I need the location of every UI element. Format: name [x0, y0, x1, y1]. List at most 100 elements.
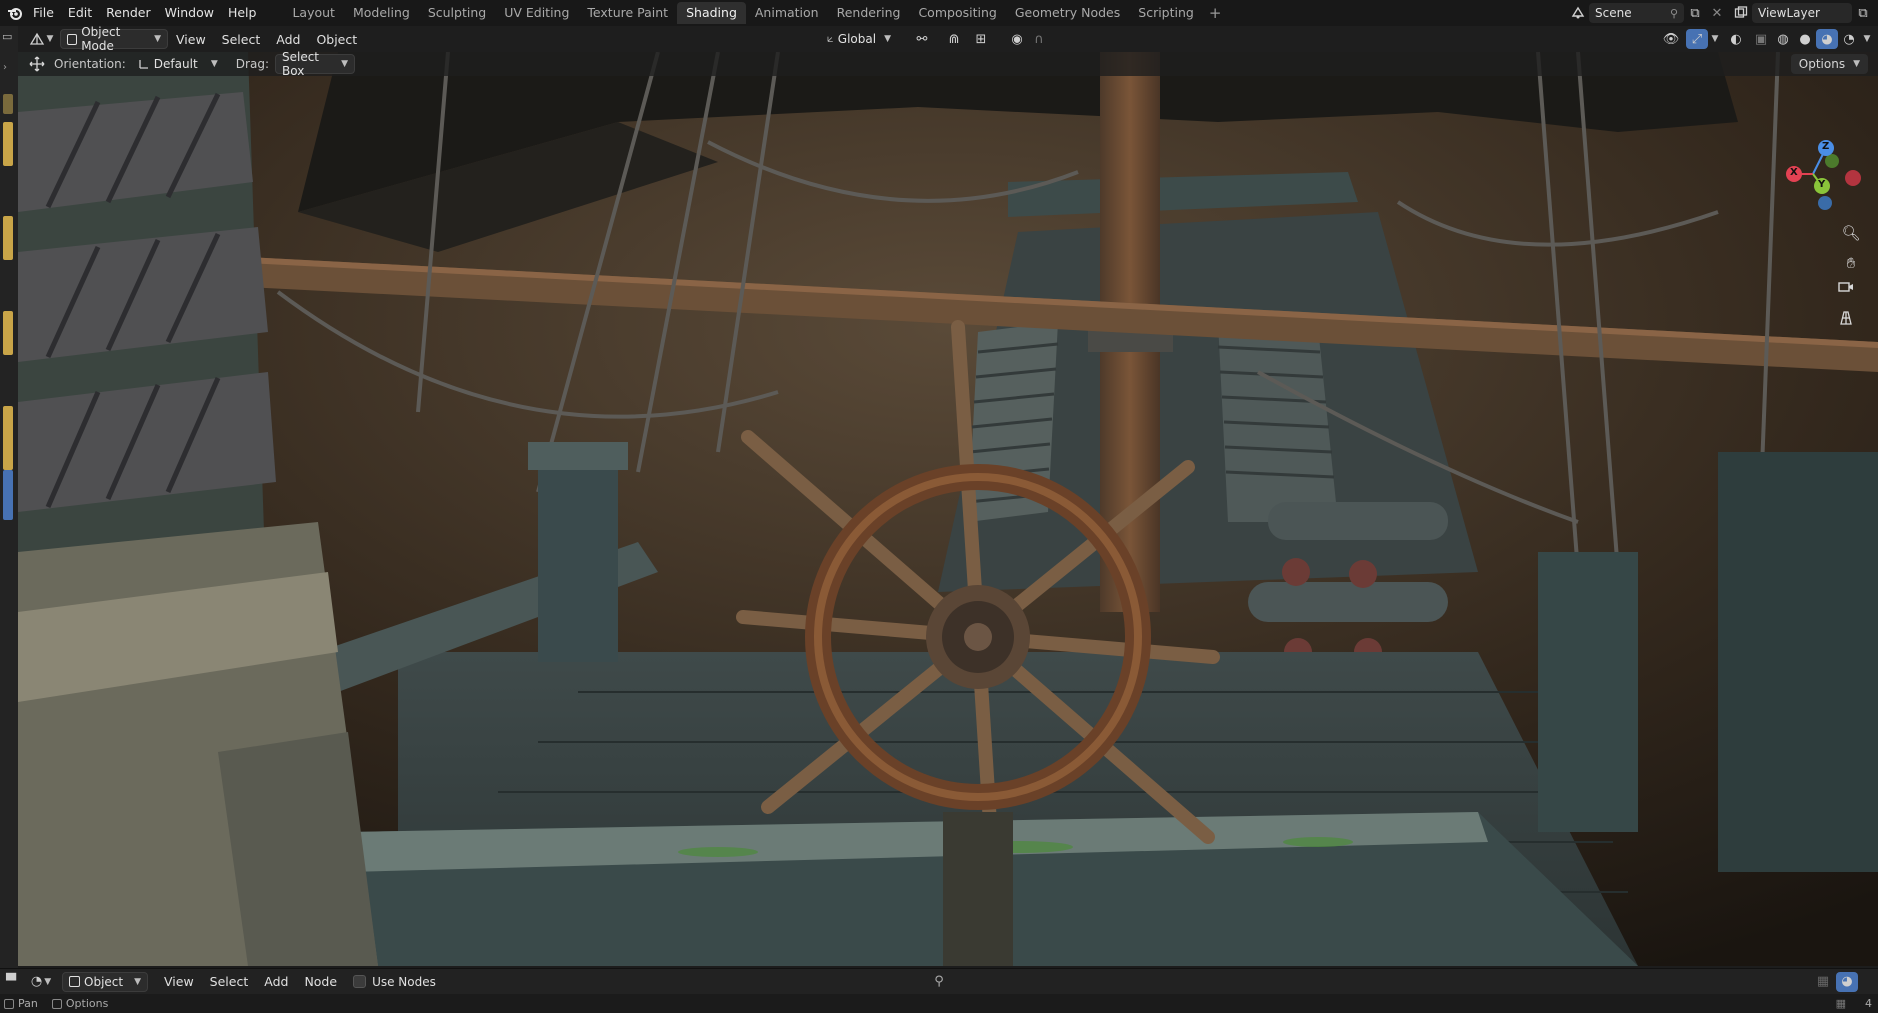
view-layer-selector: ViewLayer ⧉ — [1730, 2, 1874, 24]
tab-scripting[interactable]: Scripting — [1129, 2, 1203, 24]
tool-options-dropdown[interactable]: Options ▼ — [1790, 54, 1868, 74]
ship-deck-scene — [18, 52, 1878, 966]
snap-target-icon[interactable]: ⊞ — [966, 29, 996, 49]
tab-uv-editing[interactable]: UV Editing — [495, 2, 578, 24]
menu-window[interactable]: Window — [158, 2, 221, 24]
tab-rendering[interactable]: Rendering — [828, 2, 910, 24]
object-mode-icon — [67, 33, 78, 45]
xray-icon[interactable]: ▣ — [1750, 29, 1772, 49]
node-snap-icon[interactable]: ◕ — [1836, 971, 1858, 992]
pan-hand-icon[interactable]: ✋︎ — [1838, 250, 1864, 276]
drag-dropdown[interactable]: Select Box ▼ — [274, 50, 355, 78]
scene-selector: Scene ⚲ ⧉ ✕ — [1567, 2, 1728, 24]
zoom-icon[interactable]: 🔍︎ — [1838, 220, 1864, 246]
mode-dropdown[interactable]: Object Mode ▼ — [60, 25, 168, 53]
pin-icon[interactable]: ⚲ — [1670, 7, 1678, 20]
material-preview-shading-icon[interactable]: ◕ — [1816, 29, 1838, 49]
editor-type-icon[interactable]: ▭ — [2, 30, 16, 44]
shader-editor-header: ▀ ◔ ▼ Object ▼ View Select Add Node Use N… — [0, 968, 1878, 994]
object-type-icon — [69, 976, 80, 987]
scene-icon[interactable] — [1567, 3, 1589, 23]
menu-render[interactable]: Render — [99, 2, 158, 24]
gizmo-toggle-icon[interactable]: ⤢ — [1686, 29, 1708, 49]
snap-magnet-icon[interactable]: ⋒ — [943, 29, 965, 49]
node-menu-node[interactable]: Node — [296, 974, 345, 989]
tool-tab-selected[interactable] — [3, 470, 13, 520]
remove-scene-icon[interactable]: ✕ — [1706, 3, 1728, 23]
use-nodes-checkbox[interactable] — [353, 975, 367, 988]
mode-label: Object Mode — [81, 25, 121, 53]
viewport-header: ▼ Object Mode ▼ View Select Add Object G… — [18, 25, 1878, 53]
tab-shading[interactable]: Shading — [677, 2, 746, 24]
view-layer-field[interactable]: ViewLayer — [1752, 3, 1852, 23]
top-menu-bar: File Edit Render Window Help Layout Mode… — [0, 0, 1878, 26]
collapse-arrow-icon[interactable]: › — [3, 62, 7, 73]
visibility-eye-icon[interactable]: 👁︎ — [1656, 29, 1686, 49]
tab-sculpting[interactable]: Sculpting — [419, 2, 495, 24]
view-layer-icon[interactable] — [1730, 3, 1752, 23]
status-options: Options — [65, 997, 109, 1010]
move-tool-icon[interactable] — [26, 54, 48, 74]
tab-compositing[interactable]: Compositing — [909, 2, 1005, 24]
menu-edit[interactable]: Edit — [61, 2, 99, 24]
tool-tab[interactable] — [3, 311, 13, 355]
view-layer-name: ViewLayer — [1758, 6, 1820, 20]
pivot-point-icon[interactable]: ⚯ — [908, 29, 936, 49]
new-scene-icon[interactable]: ⧉ — [1684, 3, 1706, 23]
viewport-shading-controls: 👁︎ ⤢ ▼ ◐ ▣ ◍ ● ◕ ◔ ▼ — [1656, 29, 1874, 49]
shader-type-label: Object — [84, 974, 124, 989]
tool-tab[interactable] — [3, 94, 13, 114]
camera-view-icon[interactable] — [1838, 280, 1864, 306]
solid-shading-icon[interactable]: ● — [1794, 29, 1816, 49]
node-menu-select[interactable]: Select — [202, 974, 257, 989]
tool-tab[interactable] — [3, 406, 13, 470]
node-overlay-icon[interactable]: ▦ — [1812, 972, 1834, 992]
new-view-layer-icon[interactable]: ⧉ — [1852, 3, 1874, 23]
chevron-down-icon: ▼ — [1853, 59, 1860, 69]
viewport-menu-object[interactable]: Object — [308, 32, 365, 47]
tool-tab-active[interactable] — [3, 122, 13, 166]
overlays-icon[interactable]: ◐ — [1722, 29, 1750, 49]
scene-name-field[interactable]: Scene ⚲ — [1589, 3, 1684, 23]
tool-settings-header: Orientation: Default ▼ Drag: Select Box … — [18, 50, 1878, 78]
grid-perspective-icon[interactable] — [1838, 310, 1864, 336]
shader-editor-type-dropdown[interactable]: ◔ ▼ — [26, 972, 56, 992]
navigation-gizmo[interactable]: Z X Y 🔍︎ ✋︎ — [1768, 134, 1878, 354]
3d-viewport[interactable]: Options ▼ Z X Y 🔍︎ ✋︎ — [18, 52, 1878, 966]
gizmo-x-label: X — [1790, 167, 1798, 178]
rendered-shading-icon[interactable]: ◔ — [1838, 29, 1860, 49]
workspace-tabs: Layout Modeling Sculpting UV Editing Tex… — [283, 0, 1227, 26]
transform-orientation-dropdown[interactable]: Global ▼ — [821, 29, 897, 49]
falloff-curve-icon[interactable]: ∩ — [1028, 29, 1050, 49]
editor-type-dropdown[interactable]: ▼ — [26, 29, 56, 49]
viewport-menu-select[interactable]: Select — [214, 32, 269, 47]
add-workspace-icon[interactable]: + — [1203, 4, 1228, 22]
tab-modeling[interactable]: Modeling — [344, 2, 419, 24]
tab-animation[interactable]: Animation — [746, 2, 828, 24]
menu-file[interactable]: File — [26, 2, 61, 24]
tool-tab[interactable] — [3, 216, 13, 260]
left-toolbar-strip: ▭ › — [0, 26, 18, 972]
pin-icon[interactable]: ⚲ — [928, 972, 950, 992]
tab-layout[interactable]: Layout — [283, 2, 344, 24]
scene-name: Scene — [1595, 6, 1632, 20]
orientation-dropdown[interactable]: Default ▼ — [132, 54, 224, 74]
chevron-down-icon[interactable]: ▼ — [1708, 29, 1722, 49]
tab-geometry-nodes[interactable]: Geometry Nodes — [1006, 2, 1129, 24]
node-menu-view[interactable]: View — [156, 974, 202, 989]
mouse-right-icon — [51, 998, 62, 1009]
orientation-global-icon — [827, 36, 833, 42]
wireframe-shading-icon[interactable]: ◍ — [1772, 29, 1794, 49]
use-nodes-toggle[interactable]: Use Nodes — [353, 975, 436, 989]
blender-logo-icon[interactable] — [4, 2, 26, 24]
tab-texture-paint[interactable]: Texture Paint — [578, 2, 677, 24]
shader-type-dropdown[interactable]: Object ▼ — [62, 971, 148, 992]
shading-options-chevron-icon[interactable]: ▼ — [1860, 29, 1874, 49]
viewport-menu-view[interactable]: View — [168, 32, 214, 47]
proportional-edit-icon[interactable]: ◉ — [1006, 29, 1028, 49]
orientation-value: Default — [153, 57, 198, 71]
editor-type-icon[interactable]: ▀ — [2, 972, 20, 992]
menu-help[interactable]: Help — [221, 2, 264, 24]
node-menu-add[interactable]: Add — [256, 974, 296, 989]
viewport-menu-add[interactable]: Add — [268, 32, 308, 47]
